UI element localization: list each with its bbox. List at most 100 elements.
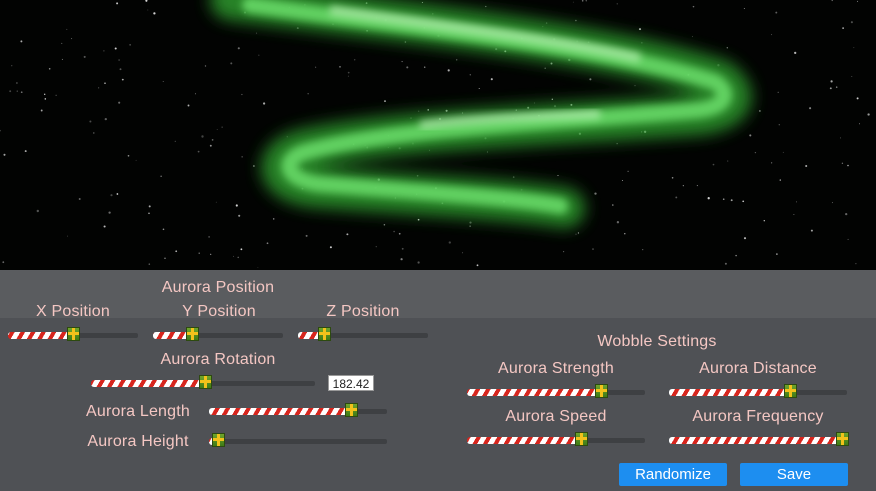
aurora-band <box>210 0 752 228</box>
star <box>831 0 833 2</box>
y-position-slider[interactable] <box>153 327 283 342</box>
star <box>78 198 81 200</box>
star <box>262 102 266 105</box>
star <box>550 62 553 65</box>
aurora-rotation-slider[interactable] <box>91 375 315 390</box>
star <box>423 66 426 68</box>
aurora-distance-slider[interactable] <box>669 384 847 399</box>
star <box>16 90 18 92</box>
gift-box-handle-icon[interactable] <box>574 432 588 446</box>
star <box>638 28 642 31</box>
star <box>129 44 131 46</box>
star <box>400 258 403 261</box>
aurora-strength-slider[interactable] <box>467 384 645 399</box>
star <box>93 132 95 134</box>
star <box>616 221 620 224</box>
y-position-label: Y Position <box>182 303 256 320</box>
star <box>89 120 92 123</box>
star <box>592 248 594 250</box>
star <box>778 124 780 126</box>
star <box>794 51 797 55</box>
star <box>557 174 559 177</box>
gift-box-handle-icon[interactable] <box>594 384 608 398</box>
star <box>624 233 626 235</box>
aurora-speed-slider[interactable] <box>467 432 645 447</box>
star <box>44 98 47 100</box>
star <box>175 250 178 253</box>
star <box>230 62 233 65</box>
star <box>616 3 618 5</box>
gift-box-handle-icon[interactable] <box>199 375 213 389</box>
star <box>204 65 207 67</box>
star <box>174 140 176 143</box>
gift-box-handle-icon[interactable] <box>186 327 199 341</box>
star <box>418 110 420 112</box>
slider-fill <box>467 389 601 396</box>
gift-box-handle-icon[interactable] <box>211 433 225 447</box>
star <box>61 58 63 60</box>
aurora-frequency-slider[interactable] <box>669 432 849 447</box>
star <box>642 249 644 251</box>
star <box>675 196 678 199</box>
star <box>742 200 745 203</box>
star <box>110 194 113 197</box>
star <box>462 252 464 254</box>
star <box>307 93 309 95</box>
gift-box-handle-icon[interactable] <box>784 384 798 398</box>
star <box>401 247 404 250</box>
star <box>575 233 577 235</box>
aurora-strength-label: Aurora Strength <box>498 360 614 377</box>
star <box>187 104 190 107</box>
aurora-length-label: Aurora Length <box>85 403 190 420</box>
x-position-slider[interactable] <box>8 327 138 342</box>
star <box>469 74 471 76</box>
star <box>9 90 12 93</box>
star <box>147 9 149 11</box>
gift-box-handle-icon[interactable] <box>318 327 331 341</box>
star <box>162 81 164 82</box>
gift-box-handle-icon[interactable] <box>835 432 849 446</box>
star <box>809 107 812 110</box>
star <box>353 59 356 61</box>
star <box>847 238 849 240</box>
save-button[interactable]: Save <box>740 463 848 486</box>
star <box>754 151 757 154</box>
randomize-button[interactable]: Randomize <box>619 463 727 486</box>
star <box>857 0 859 2</box>
slider-fill <box>209 408 352 415</box>
star <box>589 78 592 81</box>
z-position-slider[interactable] <box>298 327 428 342</box>
aurora-height-slider[interactable] <box>209 433 387 448</box>
gift-box-handle-icon[interactable] <box>345 403 359 417</box>
star <box>448 241 451 244</box>
star <box>83 55 86 58</box>
star <box>61 42 63 44</box>
star <box>696 185 698 187</box>
star <box>544 67 546 69</box>
aurora-viewport <box>0 0 876 270</box>
star <box>384 100 386 102</box>
star <box>830 80 833 83</box>
star <box>627 170 629 172</box>
star <box>835 86 838 88</box>
star <box>237 47 240 50</box>
star <box>148 205 151 208</box>
aurora-rotation-label: Aurora Rotation <box>160 351 276 368</box>
star <box>691 36 694 38</box>
slider-track <box>209 439 387 444</box>
rotation-value-field[interactable]: 182.42 <box>328 375 374 391</box>
star <box>194 93 197 95</box>
star <box>805 164 808 168</box>
star <box>40 109 43 112</box>
star <box>845 212 848 216</box>
star <box>867 113 870 116</box>
star <box>777 91 779 93</box>
gift-box-handle-icon[interactable] <box>67 327 80 341</box>
star <box>116 2 119 5</box>
star <box>198 252 200 254</box>
aurora-length-slider[interactable] <box>209 403 387 418</box>
star <box>67 235 69 237</box>
star <box>490 78 493 81</box>
star <box>241 93 243 96</box>
star <box>707 197 710 200</box>
